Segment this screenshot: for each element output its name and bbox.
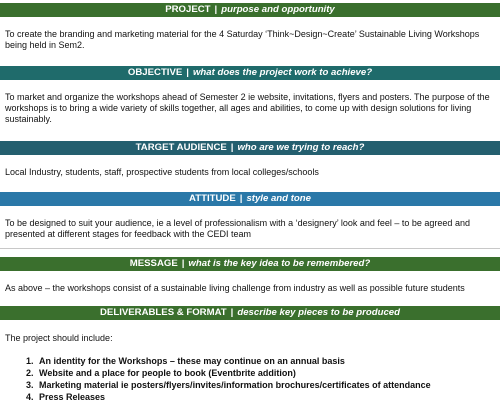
attitude-separator: | [239, 193, 243, 204]
objective-separator: | [186, 67, 189, 78]
attitude-divider [0, 248, 500, 249]
objective-title: OBJECTIVE [127, 67, 183, 78]
audience-subtitle: who are we trying to reach? [237, 142, 365, 153]
message-title: MESSAGE [129, 258, 178, 269]
message-body: As above – the workshops consist of a su… [5, 283, 465, 293]
audience-title: TARGET AUDIENCE [135, 142, 227, 153]
deliverables-intro: The project should include: [5, 333, 113, 343]
project-subtitle: purpose and opportunity [221, 4, 335, 15]
deliverable-item: Marketing material ie posters/flyers/inv… [36, 379, 496, 391]
attitude-title: ATTITUDE [189, 193, 236, 204]
deliverable-item: Press Releases [36, 391, 496, 400]
deliverables-subtitle: describe key pieces to be produced [237, 307, 400, 318]
creative-brief-page: PROJECT | purpose and opportunity To creat… [0, 0, 500, 400]
deliverables-header-bar: DELIVERABLES & FORMAT | describe key piece… [0, 306, 500, 320]
message-header-bar: MESSAGE | what is the key idea to be remem… [0, 257, 500, 271]
project-title: PROJECT [165, 4, 211, 15]
message-separator: | [181, 258, 185, 269]
deliverables-title: DELIVERABLES & FORMAT [100, 307, 227, 318]
deliverables-list: An identity for the Workshops – these ma… [0, 355, 496, 400]
objective-header-bar: OBJECTIVE | what does the project work to … [0, 66, 500, 80]
attitude-header-bar: ATTITUDE | style and tone [0, 192, 500, 206]
deliverables-separator: | [230, 307, 234, 318]
project-body: To create the branding and marketing mat… [5, 29, 480, 50]
deliverable-item: Website and a place for people to book (… [36, 367, 496, 379]
audience-header-bar: TARGET AUDIENCE | who are we trying to rea… [0, 141, 500, 155]
objective-body: To market and organize the workshops ahe… [5, 92, 490, 124]
attitude-subtitle: style and tone [246, 193, 311, 204]
project-separator: | [214, 4, 218, 15]
audience-body: Local Industry, students, staff, prospec… [5, 167, 319, 177]
attitude-body: To be designed to suit your audience, ie… [5, 218, 470, 239]
deliverable-item: An identity for the Workshops – these ma… [36, 355, 496, 367]
message-subtitle: what is the key idea to be remembered? [188, 258, 371, 269]
audience-separator: | [230, 142, 234, 153]
objective-subtitle: what does the project work to achieve? [192, 67, 373, 78]
project-header-bar: PROJECT | purpose and opportunity [0, 3, 500, 17]
